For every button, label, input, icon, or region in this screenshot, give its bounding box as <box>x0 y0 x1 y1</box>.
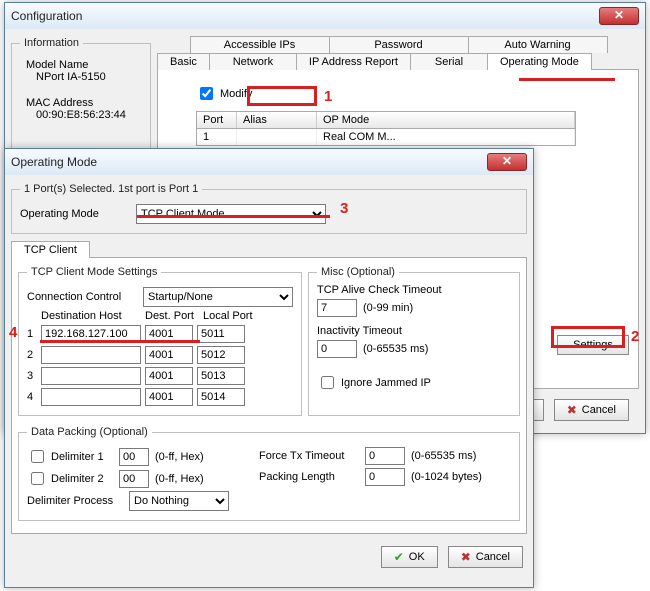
misc-legend: Misc (Optional) <box>317 266 399 278</box>
close-icon[interactable]: ✕ <box>599 7 639 25</box>
delim2-input[interactable] <box>119 470 149 488</box>
mac-value: 00:90:E8:56:23:44 <box>26 109 142 121</box>
tab-basic[interactable]: Basic <box>157 53 210 70</box>
tab-auto-warning[interactable]: Auto Warning <box>468 36 608 53</box>
force-tx-input[interactable] <box>365 447 405 465</box>
dest-port-header: Dest. Port <box>145 310 203 322</box>
row-num: 2 <box>27 349 37 361</box>
col-opmode: OP Mode <box>317 112 575 128</box>
dest-port-input[interactable] <box>145 346 193 364</box>
conn-control-label: Connection Control <box>27 291 137 303</box>
local-port-input[interactable] <box>197 325 245 343</box>
close-icon[interactable]: ✕ <box>487 153 527 171</box>
alive-input[interactable] <box>317 299 357 317</box>
ignore-jammed-checkbox[interactable]: Ignore Jammed IP <box>317 373 431 392</box>
tab-operating-mode[interactable]: Operating Mode <box>487 53 592 70</box>
dest-port-input[interactable] <box>145 367 193 385</box>
inact-input[interactable] <box>317 340 357 358</box>
force-tx-unit: (0-65535 ms) <box>411 450 476 462</box>
pack-len-label: Packing Length <box>259 471 359 483</box>
hex-unit: (0-ff, Hex) <box>155 473 204 485</box>
opmode-label: Operating Mode <box>20 208 130 220</box>
delim-proc-select[interactable]: Do Nothing <box>129 491 229 511</box>
cancel-button[interactable]: Cancel <box>448 546 523 568</box>
info-legend: Information <box>20 37 83 49</box>
pack-len-input[interactable] <box>365 468 405 486</box>
table-row[interactable]: 1 Real COM M... <box>196 129 576 146</box>
col-alias: Alias <box>237 112 317 128</box>
mac-label: MAC Address <box>26 97 142 109</box>
conn-control-select[interactable]: Startup/None <box>143 287 293 307</box>
local-port-header: Local Port <box>203 310 253 322</box>
delim1-checkbox[interactable]: Delimiter 1 <box>27 447 113 466</box>
modify-label: Modify <box>220 88 252 100</box>
row-num: 4 <box>27 391 37 403</box>
dest-port-input[interactable] <box>145 388 193 406</box>
local-port-input[interactable] <box>197 346 245 364</box>
model-label: Model Name <box>26 59 142 71</box>
pack-len-unit: (0-1024 bytes) <box>411 471 482 483</box>
config-title: Configuration <box>11 9 599 23</box>
col-port: Port <box>197 112 237 128</box>
delim1-input[interactable] <box>119 448 149 466</box>
row-num: 1 <box>27 328 37 340</box>
model-value: NPort IA-5150 <box>26 71 142 83</box>
opmode-title: Operating Mode <box>11 155 487 169</box>
force-tx-label: Force Tx Timeout <box>259 450 359 462</box>
tab-tcp-client[interactable]: TCP Client <box>11 241 90 258</box>
settings-button[interactable]: Settings <box>557 335 629 355</box>
dest-host-input[interactable] <box>41 346 141 364</box>
dest-host-input[interactable] <box>41 325 141 343</box>
inact-label: Inactivity Timeout <box>317 325 511 337</box>
dest-port-input[interactable] <box>145 325 193 343</box>
ignore-label: Ignore Jammed IP <box>341 377 431 389</box>
tcp-settings-legend: TCP Client Mode Settings <box>27 266 161 278</box>
tab-network[interactable]: Network <box>209 53 297 70</box>
ports-selected-legend: 1 Port(s) Selected. 1st port is Port 1 <box>20 183 202 195</box>
data-packing-legend: Data Packing (Optional) <box>27 426 152 438</box>
ok-button[interactable]: OK <box>381 546 438 568</box>
tab-password[interactable]: Password <box>329 36 469 53</box>
inact-unit: (0-65535 ms) <box>363 343 428 355</box>
hex-unit: (0-ff, Hex) <box>155 451 204 463</box>
alive-unit: (0-99 min) <box>363 302 413 314</box>
tab-serial[interactable]: Serial <box>410 53 488 70</box>
tab-accessible-ips[interactable]: Accessible IPs <box>190 36 330 53</box>
row-num: 3 <box>27 370 37 382</box>
dest-host-input[interactable] <box>41 367 141 385</box>
local-port-input[interactable] <box>197 388 245 406</box>
tab-ip-address-report[interactable]: IP Address Report <box>296 53 411 70</box>
delim-proc-label: Delimiter Process <box>27 495 123 507</box>
opmode-select[interactable]: TCP Client Mode <box>136 204 326 224</box>
dest-host-header: Destination Host <box>41 310 145 322</box>
modify-checkbox[interactable]: Modify <box>196 84 252 103</box>
cancel-button[interactable]: Cancel <box>554 399 629 421</box>
local-port-input[interactable] <box>197 367 245 385</box>
delim2-checkbox[interactable]: Delimiter 2 <box>27 469 113 488</box>
dest-host-input[interactable] <box>41 388 141 406</box>
alive-label: TCP Alive Check Timeout <box>317 284 511 296</box>
